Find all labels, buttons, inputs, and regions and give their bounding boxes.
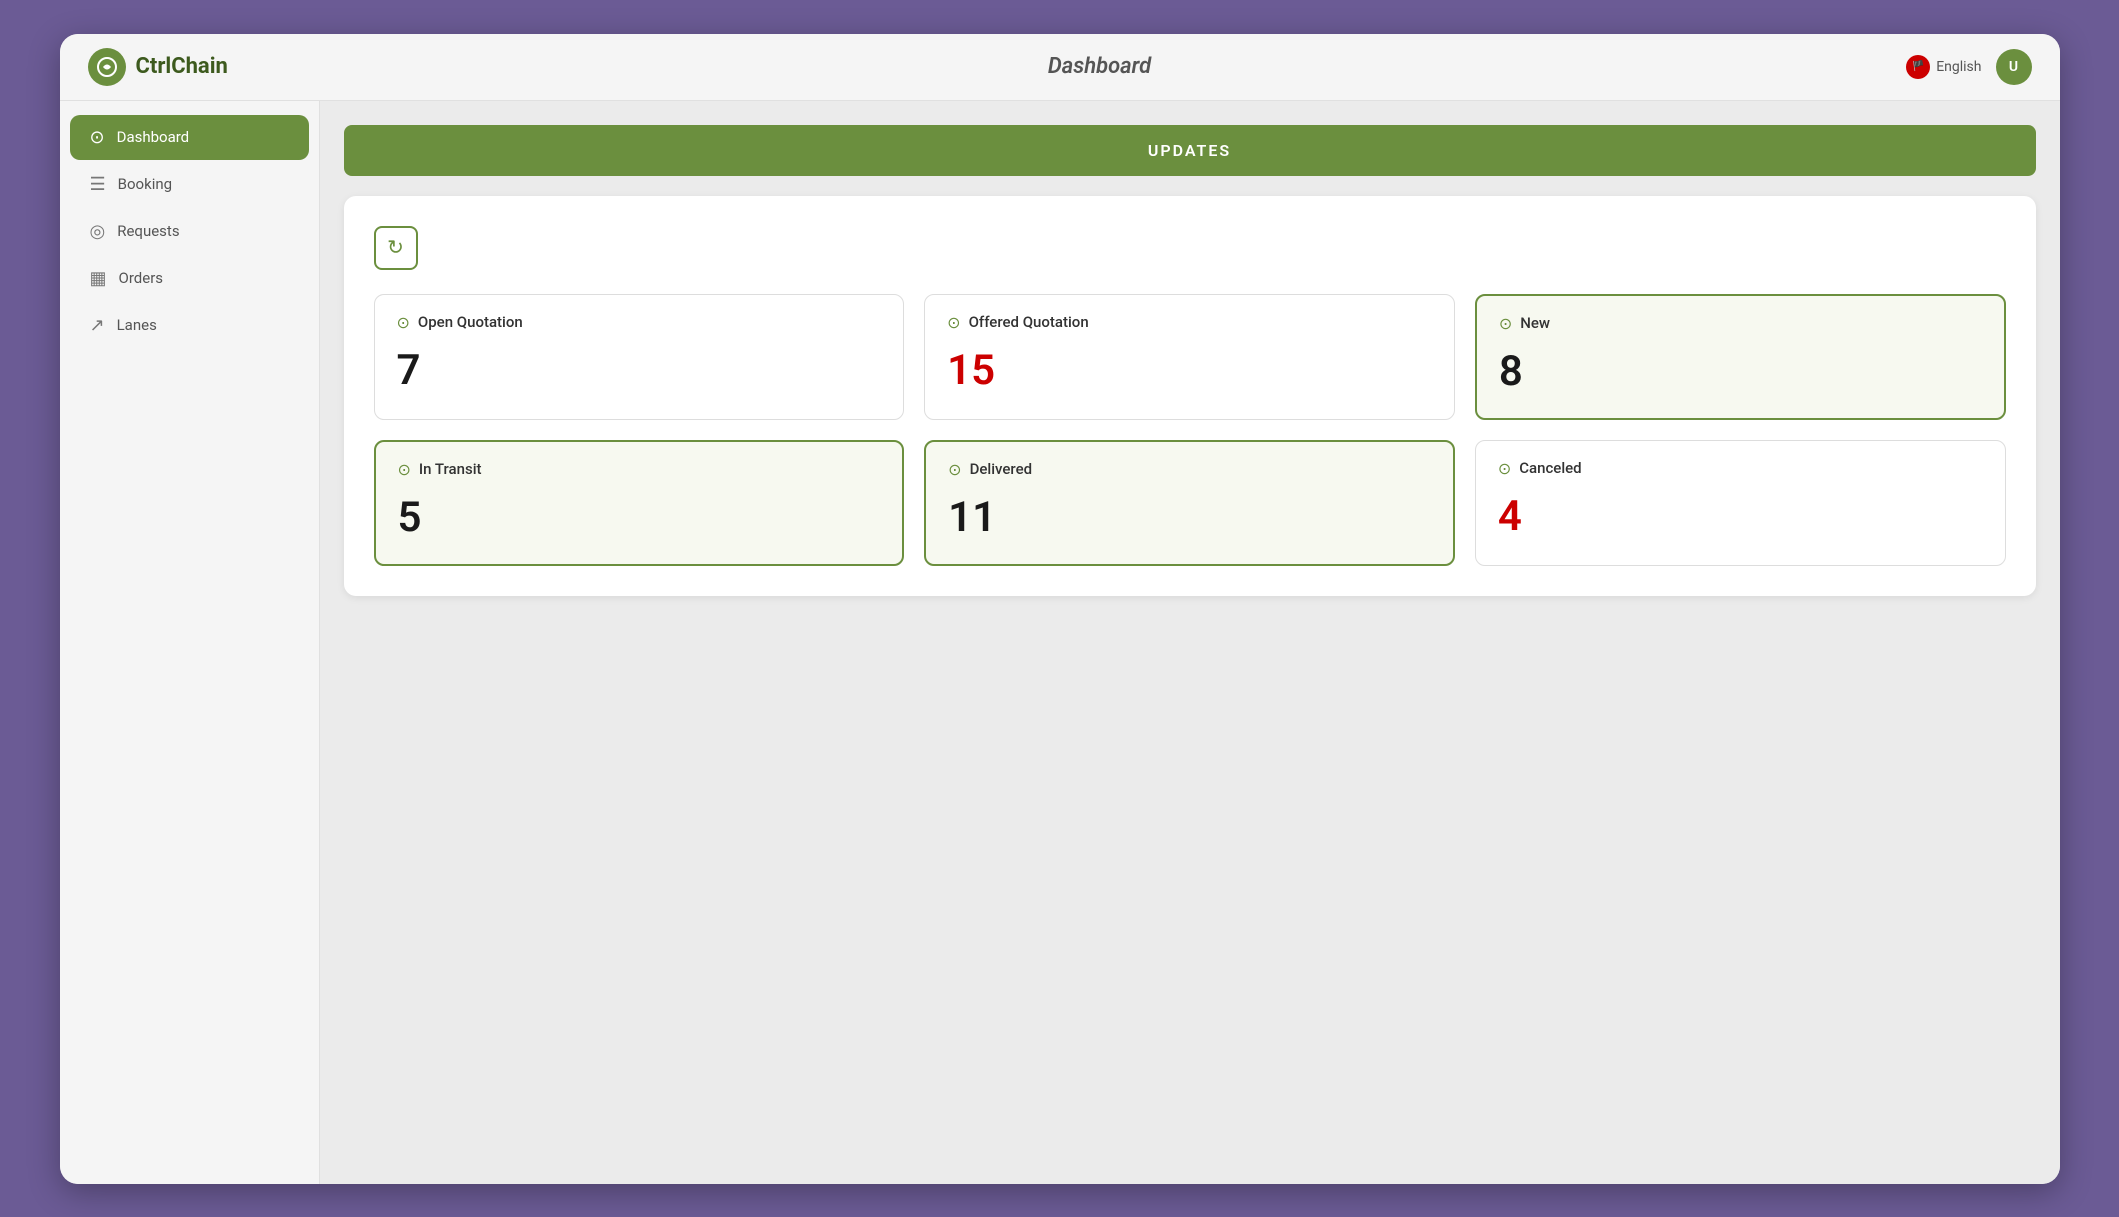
offered-quotation-value: 15 (947, 346, 1432, 395)
new-icon: ⊙ (1499, 314, 1512, 333)
top-bar: CtrlChain Dashboard 🏴 English U (60, 34, 2060, 101)
in-transit-value: 5 (398, 493, 881, 542)
delivered-icon: ⊙ (948, 460, 961, 479)
page-title-area: Dashboard (348, 54, 1852, 79)
delivered-value: 11 (948, 493, 1431, 542)
requests-icon: ◎ (90, 221, 106, 242)
refresh-icon: ↻ (387, 235, 404, 260)
stat-card-new[interactable]: ⊙ New 8 (1475, 294, 2006, 420)
dashboard-icon: ⊙ (90, 127, 105, 148)
logo-text: CtrlChain (136, 54, 228, 79)
new-value: 8 (1499, 347, 1982, 396)
sidebar: ⊙ Dashboard ☰ Booking ◎ Requests ▦ Order… (60, 101, 320, 1184)
stat-card-open-quotation[interactable]: ⊙ Open Quotation 7 (374, 294, 905, 420)
open-quotation-value: 7 (397, 346, 882, 395)
open-quotation-label: Open Quotation (418, 313, 523, 331)
dashboard-card: ↻ ⊙ Open Quotation 7 ⊙ (344, 196, 2036, 596)
sidebar-item-dashboard[interactable]: ⊙ Dashboard (70, 115, 309, 160)
stat-card-offered-quotation[interactable]: ⊙ Offered Quotation 15 (924, 294, 1455, 420)
stat-card-delivered[interactable]: ⊙ Delivered 11 (924, 440, 1455, 566)
sidebar-item-label: Requests (117, 222, 179, 240)
flag-icon: 🏴 (1906, 55, 1930, 79)
sidebar-item-label: Dashboard (117, 128, 190, 146)
sidebar-item-booking[interactable]: ☰ Booking (70, 162, 309, 207)
sidebar-item-orders[interactable]: ▦ Orders (70, 256, 309, 301)
logo-icon (88, 48, 126, 86)
avatar[interactable]: U (1996, 49, 2032, 85)
main-layout: ⊙ Dashboard ☰ Booking ◎ Requests ▦ Order… (60, 101, 2060, 1184)
orders-icon: ▦ (90, 268, 107, 289)
canceled-icon: ⊙ (1498, 459, 1511, 478)
content-area: UPDATES ↻ ⊙ Open Quotation 7 (320, 101, 2060, 1184)
lanes-icon: ↗ (90, 315, 105, 336)
canceled-value: 4 (1498, 492, 1983, 541)
open-quotation-icon: ⊙ (397, 313, 410, 332)
booking-icon: ☰ (90, 174, 106, 195)
refresh-button[interactable]: ↻ (374, 226, 418, 270)
offered-quotation-label: Offered Quotation (969, 313, 1089, 331)
page-title: Dashboard (1048, 54, 1151, 79)
new-label: New (1520, 314, 1550, 332)
language-label: English (1936, 59, 1981, 75)
sidebar-item-label: Booking (118, 175, 172, 193)
stat-card-in-transit[interactable]: ⊙ In Transit 5 (374, 440, 905, 566)
sidebar-item-label: Orders (119, 269, 164, 287)
stat-card-canceled[interactable]: ⊙ Canceled 4 (1475, 440, 2006, 566)
updates-banner: UPDATES (344, 125, 2036, 176)
in-transit-icon: ⊙ (398, 460, 411, 479)
sidebar-item-requests[interactable]: ◎ Requests (70, 209, 309, 254)
delivered-label: Delivered (970, 460, 1033, 478)
offered-quotation-icon: ⊙ (947, 313, 960, 332)
sidebar-item-lanes[interactable]: ↗ Lanes (70, 303, 309, 348)
canceled-label: Canceled (1519, 459, 1581, 477)
in-transit-label: In Transit (419, 460, 482, 478)
logo-area: CtrlChain (88, 48, 348, 86)
stats-grid: ⊙ Open Quotation 7 ⊙ Offered Quotation 1… (374, 294, 2006, 566)
app-container: CtrlChain Dashboard 🏴 English U ⊙ Dashbo… (60, 34, 2060, 1184)
top-right: 🏴 English U (1852, 49, 2032, 85)
sidebar-item-label: Lanes (117, 316, 157, 334)
language-selector[interactable]: 🏴 English (1906, 55, 1981, 79)
